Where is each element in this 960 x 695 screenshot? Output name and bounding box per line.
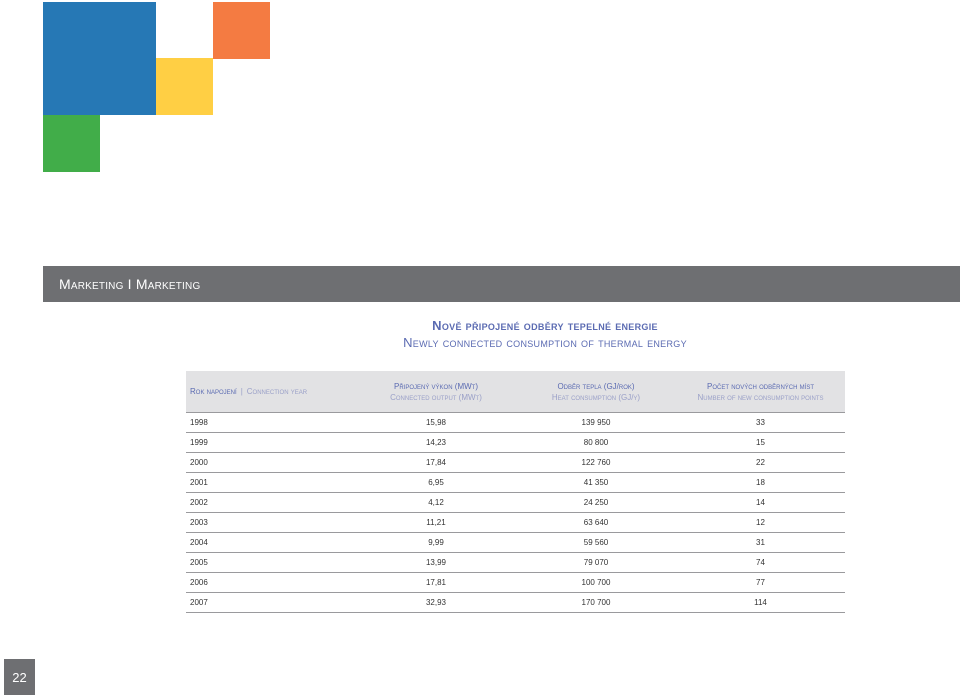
table-row: 2000 17,84 122 760 22 xyxy=(186,452,845,473)
cell-points: 14 xyxy=(676,492,845,513)
decorative-square-orange xyxy=(213,2,270,59)
cell-year: 2004 xyxy=(186,532,356,553)
cell-heat: 139 950 xyxy=(516,412,676,433)
table-row: 2006 17,81 100 700 77 xyxy=(186,572,845,593)
cell-points: 77 xyxy=(676,572,845,593)
header-cz: Počet nových odběrných míst xyxy=(706,381,814,391)
header-separator: | xyxy=(240,387,243,396)
cell-heat: 170 700 xyxy=(516,592,676,613)
section-banner: Marketing I Marketing xyxy=(43,266,960,302)
cell-year: 2002 xyxy=(186,492,356,513)
cell-heat: 79 070 xyxy=(516,552,676,573)
cell-year: 2001 xyxy=(186,472,356,493)
cell-heat: 24 250 xyxy=(516,492,676,513)
table-row: 2004 9,99 59 560 31 xyxy=(186,532,845,553)
header-en: Connected output (MWt) xyxy=(390,392,482,402)
cell-points: 22 xyxy=(676,452,845,473)
table-header-row: Rok napojení | Connection year Připojený v… xyxy=(186,371,845,413)
header-cz: Rok napojení xyxy=(190,387,237,396)
cell-heat: 122 760 xyxy=(516,452,676,473)
table-row: 2007 32,93 170 700 114 xyxy=(186,592,845,613)
table-row: 1998 15,98 139 950 33 xyxy=(186,412,845,433)
cell-output: 4,12 xyxy=(356,492,516,513)
header-connection-year: Rok napojení | Connection year xyxy=(186,371,356,413)
header-cz: Připojený výkon (MWt) xyxy=(393,381,478,391)
decorative-square-green xyxy=(43,115,100,172)
cell-year: 2003 xyxy=(186,512,356,533)
cell-output: 9,99 xyxy=(356,532,516,553)
decorative-square-blue xyxy=(43,2,156,115)
table-row: 2005 13,99 79 070 74 xyxy=(186,552,845,573)
cell-points: 18 xyxy=(676,472,845,493)
header-en: Connection year xyxy=(246,387,308,396)
cell-heat: 63 640 xyxy=(516,512,676,533)
cell-heat: 80 800 xyxy=(516,432,676,453)
cell-points: 12 xyxy=(676,512,845,533)
header-connected-output: Připojený výkon (MWt) Connected output (… xyxy=(356,371,516,413)
consumption-table: Rok napojení | Connection year Připojený v… xyxy=(186,371,845,613)
cell-points: 74 xyxy=(676,552,845,573)
table-row: 2003 11,21 63 640 12 xyxy=(186,512,845,533)
header-heat-consumption: Odběr tepla (GJ/rok) Heat consumption (G… xyxy=(516,371,676,413)
cell-output: 32,93 xyxy=(356,592,516,613)
title-czech: Nově připojené odběry tepelné energie xyxy=(432,318,658,333)
section-header: Marketing I Marketing xyxy=(59,276,201,292)
cell-output: 17,81 xyxy=(356,572,516,593)
cell-output: 14,23 xyxy=(356,432,516,453)
cell-points: 33 xyxy=(676,412,845,433)
cell-heat: 41 350 xyxy=(516,472,676,493)
cell-heat: 59 560 xyxy=(516,532,676,553)
table-row: 1999 14,23 80 800 15 xyxy=(186,432,845,453)
cell-output: 15,98 xyxy=(356,412,516,433)
title-english: Newly connected consumption of thermal e… xyxy=(403,335,687,350)
header-en: Heat consumption (GJ/y) xyxy=(551,392,641,402)
cell-year: 1998 xyxy=(186,412,356,433)
cell-heat: 100 700 xyxy=(516,572,676,593)
cell-year: 2005 xyxy=(186,552,356,573)
table-titles: Nově připojené odběry tepelné energie Ne… xyxy=(250,318,840,350)
table-row: 2001 6,95 41 350 18 xyxy=(186,472,845,493)
decorative-square-yellow xyxy=(156,58,213,115)
cell-output: 6,95 xyxy=(356,472,516,493)
cell-year: 2006 xyxy=(186,572,356,593)
cell-output: 13,99 xyxy=(356,552,516,573)
page-number: 22 xyxy=(4,659,35,695)
header-consumption-points: Počet nových odběrných míst Number of ne… xyxy=(676,371,845,413)
cell-year: 2000 xyxy=(186,452,356,473)
cell-year: 1999 xyxy=(186,432,356,453)
cell-points: 114 xyxy=(676,592,845,613)
cell-year: 2007 xyxy=(186,592,356,613)
cell-points: 15 xyxy=(676,432,845,453)
cell-points: 31 xyxy=(676,532,845,553)
cell-output: 11,21 xyxy=(356,512,516,533)
cell-output: 17,84 xyxy=(356,452,516,473)
header-cz: Odběr tepla (GJ/rok) xyxy=(557,381,635,391)
header-en: Number of new consumption points xyxy=(697,392,824,402)
table-row: 2002 4,12 24 250 14 xyxy=(186,492,845,513)
